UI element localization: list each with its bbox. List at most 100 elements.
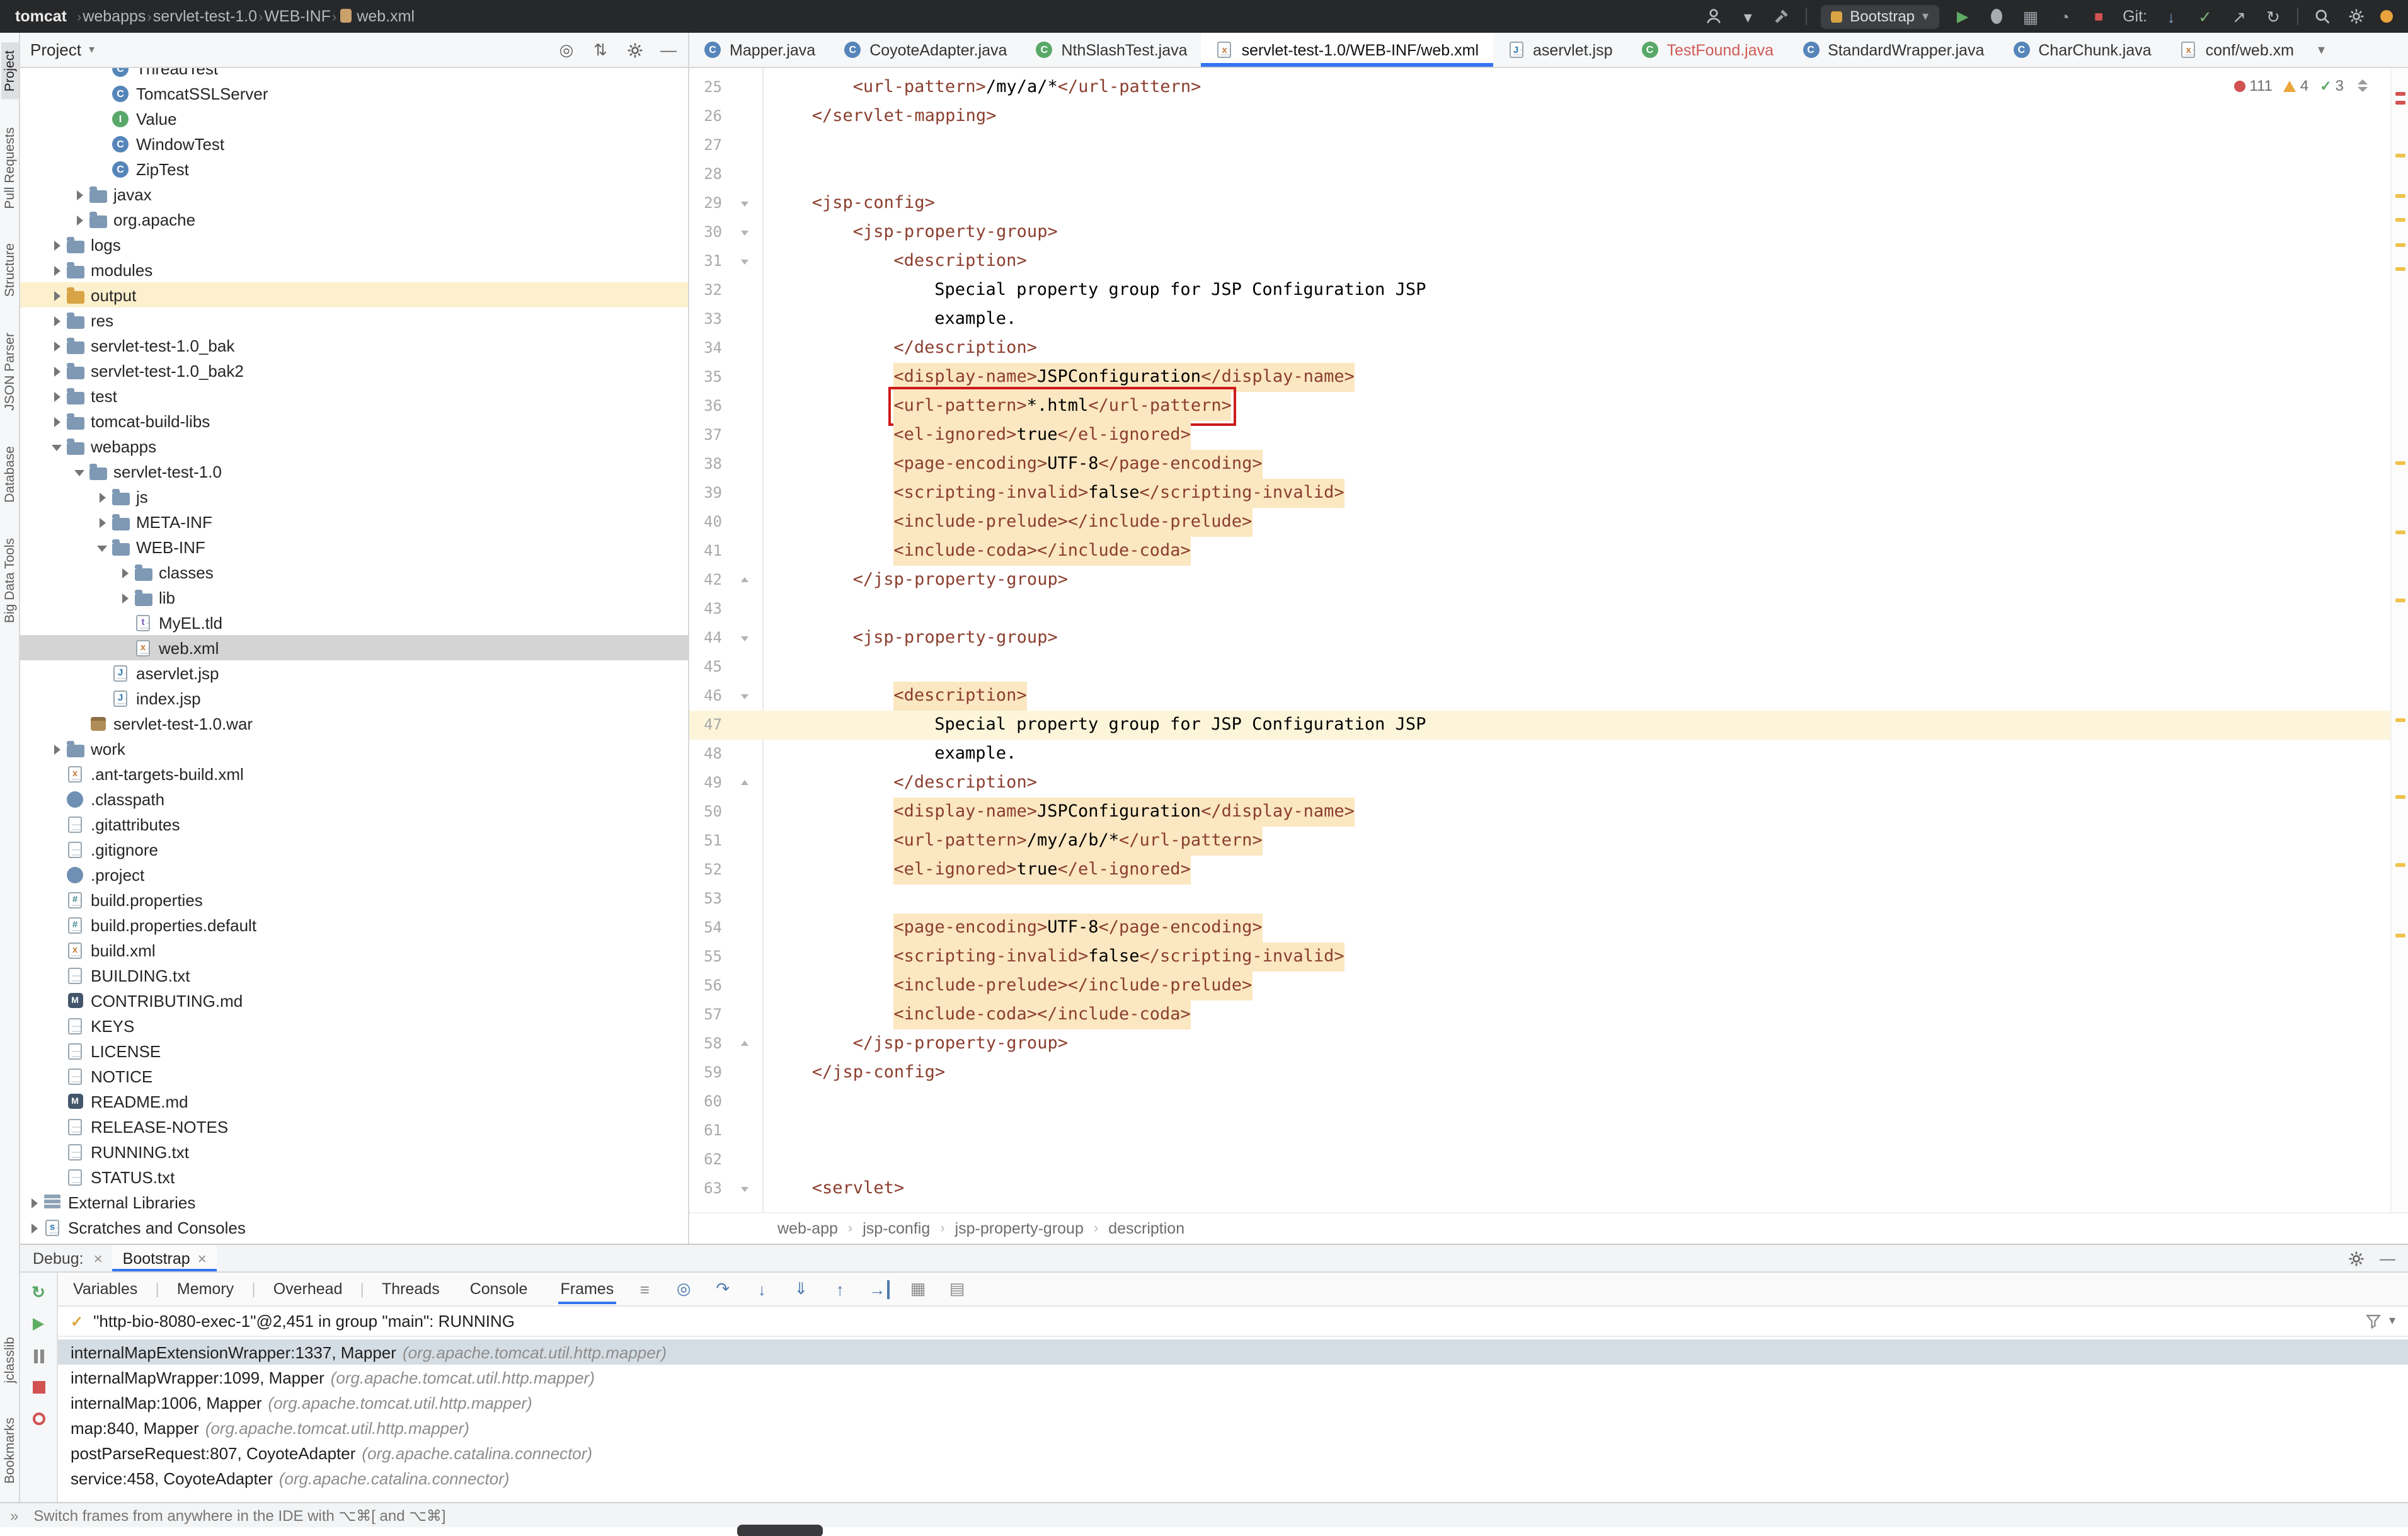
line-number[interactable]: 60 (689, 1087, 722, 1116)
debug-view-tab-console[interactable]: Console (470, 1280, 528, 1298)
line-number[interactable]: 51 (689, 827, 722, 856)
line-number[interactable]: 47 (689, 711, 722, 740)
line-number[interactable]: 35 (689, 363, 722, 392)
tree-row-readme-md[interactable]: MREADME.md (20, 1089, 688, 1114)
line-number[interactable]: 31 (689, 247, 722, 276)
tree-row-license[interactable]: LICENSE (20, 1038, 688, 1063)
line-number[interactable]: 38 (689, 450, 722, 479)
line-number[interactable]: 48 (689, 740, 722, 769)
breadcrumb-jsp-config[interactable]: jsp-config (863, 1220, 930, 1237)
error-count[interactable]: 111 (2234, 77, 2273, 95)
line-number[interactable]: 25 (689, 73, 722, 102)
expand-chevron-icon[interactable] (49, 287, 66, 303)
debug-pane-tab-threads[interactable]: Threads (382, 1280, 440, 1298)
resume-icon[interactable] (28, 1314, 49, 1334)
line-number[interactable]: 27 (689, 131, 722, 160)
expand-chevron-icon[interactable] (49, 312, 66, 328)
locate-icon[interactable]: ◎ (557, 40, 576, 59)
chevron-down-icon[interactable]: ▾ (2389, 1314, 2395, 1328)
line-number[interactable]: 56 (689, 971, 722, 1000)
titlebar-path-web-xml[interactable]: web.xml (338, 8, 415, 25)
force-step-into-icon[interactable]: ⇓ (790, 1279, 811, 1299)
filter-funnel-icon[interactable] (2365, 1313, 2382, 1329)
close-icon[interactable]: × (94, 1249, 103, 1267)
editor-tab-conf-web-xm[interactable]: xconf/web.xm (2165, 33, 2308, 67)
run-icon[interactable]: ▶ (1952, 6, 1973, 26)
tree-row-gitignore[interactable]: .gitignore (20, 837, 688, 862)
tree-row-external-libraries[interactable]: External Libraries (20, 1189, 688, 1215)
line-number[interactable]: 36 (689, 392, 722, 421)
step-over-icon[interactable]: ↷ (712, 1279, 733, 1299)
line-number[interactable]: 32 (689, 276, 722, 305)
collapse-chevron-icon[interactable] (49, 438, 66, 454)
editor-tab-aservlet-jsp[interactable]: Jaservlet.jsp (1493, 33, 1626, 67)
breadcrumb-description[interactable]: description (1108, 1220, 1184, 1237)
warning-count[interactable]: 4 (2284, 77, 2308, 95)
close-icon[interactable]: × (198, 1249, 207, 1267)
pause-icon[interactable] (28, 1346, 49, 1366)
stripe-item-json-parser[interactable]: JSON Parser (1, 325, 18, 418)
expand-chevron-icon[interactable] (72, 186, 88, 202)
editor-tab-testfound-java[interactable]: CTestFound.java (1627, 33, 1788, 67)
line-number[interactable]: 33 (689, 305, 722, 334)
tree-row-classpath[interactable]: .classpath (20, 786, 688, 811)
history-icon[interactable]: ↻ (2263, 6, 2283, 26)
run-to-cursor-icon[interactable]: → (868, 1280, 890, 1298)
search-icon[interactable] (2312, 6, 2332, 26)
line-number[interactable]: 54 (689, 914, 722, 943)
fold-marker-icon[interactable] (740, 682, 752, 711)
debug-pane-tab-memory[interactable]: Memory (177, 1280, 234, 1298)
expand-chevron-icon[interactable] (49, 740, 66, 757)
stripe-item-big-data-tools[interactable]: Big Data Tools (1, 530, 18, 631)
tree-row-ant-targets-build-xml[interactable]: x.ant-targets-build.xml (20, 761, 688, 786)
tree-row-notice[interactable]: NOTICE (20, 1063, 688, 1089)
line-number[interactable]: 53 (689, 885, 722, 914)
expand-chevron-icon[interactable] (26, 1194, 43, 1210)
line-number[interactable]: 26 (689, 102, 722, 131)
line-number[interactable]: 30 (689, 218, 722, 247)
expand-chevron-icon[interactable] (49, 413, 66, 429)
line-number[interactable]: 29 (689, 189, 722, 218)
commit-check-icon[interactable]: ✓ (2195, 6, 2215, 26)
tree-row-windowtest[interactable]: CWindowTest (20, 131, 688, 156)
breadcrumb-jsp-property-group[interactable]: jsp-property-group (955, 1220, 1084, 1237)
frame-row-internalmapextensionwrapper-1337-mapper[interactable]: internalMapExtensionWrapper:1337, Mapper… (58, 1339, 2408, 1365)
tree-row-servlet-test-1-0-bak2[interactable]: servlet-test-1.0_bak2 (20, 358, 688, 383)
tree-row-lib[interactable]: lib (20, 585, 688, 610)
line-number[interactable]: 61 (689, 1116, 722, 1145)
tree-row-logs[interactable]: logs (20, 232, 688, 257)
previous-problem-icon[interactable] (2358, 79, 2368, 84)
line-number[interactable]: 37 (689, 421, 722, 450)
stripe-item-bookmarks[interactable]: Bookmarks (1, 1411, 18, 1492)
view-breakpoints-icon[interactable] (28, 1409, 49, 1429)
tree-row-tomcatsslserver[interactable]: CTomcatSSLServer (20, 81, 688, 106)
debug-view-tab-frames[interactable]: Frames (558, 1274, 616, 1304)
tree-row-scratches-and-consoles[interactable]: sScratches and Consoles (20, 1215, 688, 1240)
tree-row-contributing-md[interactable]: MCONTRIBUTING.md (20, 988, 688, 1013)
tree-row-aservlet-jsp[interactable]: Jaservlet.jsp (20, 660, 688, 685)
fold-marker-icon[interactable] (740, 769, 752, 798)
tree-row-value[interactable]: IValue (20, 106, 688, 131)
editor-tab-servlet-test-1-0-web-inf-web-xml[interactable]: xservlet-test-1.0/WEB-INF/web.xml (1201, 33, 1493, 67)
line-number[interactable]: 34 (689, 334, 722, 363)
fold-marker-icon[interactable] (740, 218, 752, 247)
line-number[interactable]: 57 (689, 1000, 722, 1029)
stripe-toggle-icon[interactable]: » (10, 1506, 18, 1524)
tree-row-js[interactable]: js (20, 484, 688, 509)
inspections-widget[interactable]: 111 4 ✓ 3 (2227, 74, 2375, 97)
settings-gear-icon[interactable] (2346, 6, 2366, 26)
push-icon[interactable]: ↗ (2229, 6, 2249, 26)
layout-menu-icon[interactable]: ≡ (634, 1280, 655, 1298)
editor-tab-nthslashtest-java[interactable]: CNthSlashTest.java (1021, 33, 1201, 67)
titlebar-path-webapps[interactable]: webapps (83, 8, 146, 25)
thread-status-row[interactable]: ✓ "http-bio-8080-exec-1"@2,451 in group … (58, 1307, 2408, 1337)
line-number[interactable]: 44 (689, 624, 722, 653)
evaluate-expression-icon[interactable]: ▦ (907, 1279, 929, 1299)
editor-tab-standardwrapper-java[interactable]: CStandardWrapper.java (1787, 33, 1998, 67)
tree-row-gitattributes[interactable]: .gitattributes (20, 811, 688, 837)
breadcrumb-web-app[interactable]: web-app (777, 1220, 838, 1237)
collapse-chevron-icon[interactable] (72, 463, 88, 479)
fold-marker-icon[interactable] (740, 247, 752, 276)
debug-pane-tab-variables[interactable]: Variables (73, 1280, 137, 1298)
expand-chevron-icon[interactable] (95, 513, 111, 530)
